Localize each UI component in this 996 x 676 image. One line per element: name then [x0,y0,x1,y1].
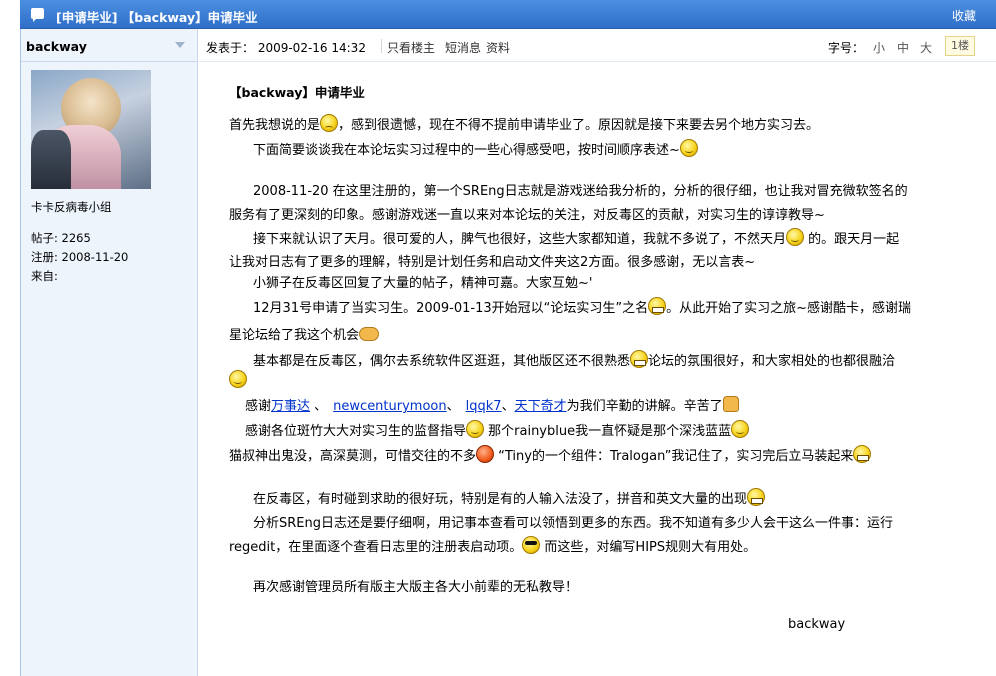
post-line: 感谢万事达 、 newcenturymoon、 lqqk7、天下奇才为我们辛勤的讲解… [245,395,739,414]
user-link-wanshida[interactable]: 万事达 [271,399,310,414]
profile-link[interactable]: 资料 [486,39,510,56]
post-toolbar: 发表于： 2009-02-16 14:32 只看楼主 短消息 资料 字号： 小 … [199,29,996,62]
smile-smiley-icon [229,370,247,388]
message-link[interactable]: 短消息 [445,39,481,56]
grin-smiley-icon [853,445,872,463]
register-date: 注册: 2008-11-20 [31,250,129,264]
post-line: regedit，在里面逐个查看日志里的注册表启动项。 而这些，对编写HIPS规则… [229,536,756,555]
handshake-icon [359,327,380,341]
post-title: 【backway】申请毕业 [229,85,365,100]
post-line: 在反毒区，有时碰到求助的很好玩，特别是有的人输入法没了，拼音和英文大量的出现 [253,488,766,507]
only-author-link[interactable]: 只看楼主 [387,39,435,56]
angry-smiley-icon [476,445,495,463]
font-size-label: 字号： [828,41,865,55]
author-sidebar: backway 卡卡反病毒小组 帖子: 2265 注册: 2008-11-20 … [21,29,198,676]
thread-title: [申请毕业] 【backway】申请毕业 [56,10,258,25]
chat-bubble-icon [31,8,44,22]
grin-smiley-icon [648,297,667,315]
post-line: 服务有了更深刻的印象。感谢游戏迷一直以来对本论坛的关注，对反毒区的贡献，对实习生… [229,208,825,223]
post-line: 小狮子在反毒区回复了大量的帖子，精神可嘉。大家互勉~' [253,276,593,291]
favorite-link[interactable]: 收藏 [952,7,976,24]
post-line: 2008-11-20 在这里注册的，第一个SREng日志就是游戏迷给我分析的，分… [253,184,908,199]
post-line: 感谢各位斑竹大大对实习生的监督指导 那个rainyblue我一直怀疑是那个深浅蓝… [245,420,750,439]
grin-smiley-icon [747,488,766,506]
author-stats: 帖子: 2265 注册: 2008-11-20 来自: [31,229,128,286]
post-line: 基本都是在反毒区，偶尔去系统软件区逛逛，其他版区还不很熟悉 论坛的氛围很好，和大家… [253,350,895,369]
post-title-bar: [申请毕业] 【backway】申请毕业 收藏 [20,0,996,29]
sad-smiley-icon [320,114,339,132]
signature: backway [788,617,846,632]
post-line: 首先我想说的是 ，感到很遗憾，现在不得不提前申请毕业了。原因就是接下来要去另个地方… [229,114,819,133]
author-location: 来自: [31,269,58,283]
grin-smiley-icon [630,350,649,368]
confused-smiley-icon [731,420,750,438]
post-date: 发表于： 2009-02-16 14:32 [206,41,366,55]
post-line: 分析SREng日志还是要仔细啊，用记事本查看可以领悟到更多的东西。我不知道有多少… [253,516,893,531]
user-link-tianxiaqicai[interactable]: 天下奇才 [515,399,567,414]
post-line: 下面简要谈谈我在本论坛实习过程中的一些心得感受吧，按时间顺序表述~ [253,139,698,158]
post-line: 12月31号申请了当实习生。2009-01-13开始冠以“论坛实习生”之名 。从此… [253,297,911,316]
post-line: 再次感谢管理员所有版主大版主各大小前辈的无私教导！ [253,580,579,595]
chevron-down-icon[interactable] [175,42,185,48]
post-line: 猫叔神出鬼没，高深莫测，可惜交往的不多 “Tiny的一个组件：Tralogan”… [229,445,872,464]
font-medium-button[interactable]: 中 [897,39,909,56]
author-header: backway [21,29,197,62]
post-line: 接下来就认识了天月。很可爱的人，脾气也很好，这些大家都知道，我就不多说了，不然天… [253,228,899,247]
smile-smiley-icon [786,228,805,246]
post-line: 让我对日志有了更多的理解，特别是计划任务和启动文件夹这2方面。很多感谢，无以言表… [229,255,756,270]
author-name[interactable]: backway [26,39,87,54]
font-large-button[interactable]: 大 [920,39,932,56]
avatar[interactable] [31,70,151,189]
author-group: 卡卡反病毒小组 [31,200,112,214]
divider [381,39,382,53]
smile-smiley-icon [679,139,698,157]
post-count: 帖子: 2265 [31,231,91,245]
user-link-lqqk7[interactable]: lqqk7 [466,399,502,414]
user-link-newcenturymoon[interactable]: newcenturymoon [333,399,446,414]
thumbs-up-icon [722,396,739,412]
smile-smiley-icon [466,420,485,438]
post-line: 星论坛给了我这个机会 [229,324,380,343]
font-small-button[interactable]: 小 [873,39,885,56]
post-line [229,370,247,389]
cool-smiley-icon [522,536,541,554]
floor-badge[interactable]: 1楼 [945,36,975,56]
